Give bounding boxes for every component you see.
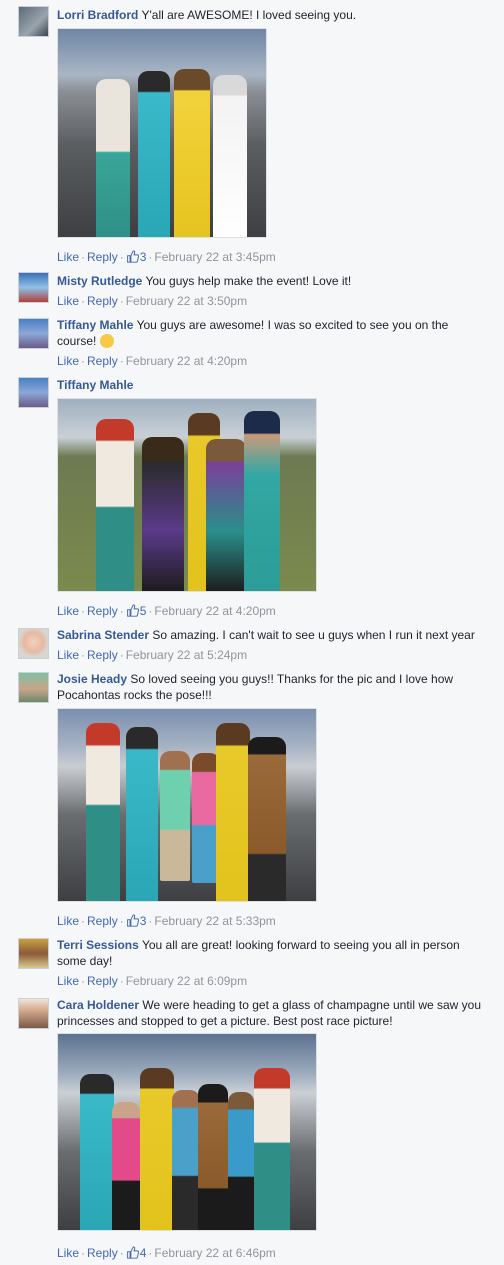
comment-photo[interactable]	[57, 1033, 317, 1231]
reply-link[interactable]: Reply	[87, 1246, 118, 1260]
avatar[interactable]	[18, 318, 49, 349]
like-link[interactable]: Like	[57, 604, 79, 618]
like-link[interactable]: Like	[57, 250, 79, 264]
avatar[interactable]	[18, 628, 49, 659]
timestamp[interactable]: February 22 at 4:20pm	[126, 354, 247, 368]
timestamp[interactable]: February 22 at 3:50pm	[126, 294, 247, 308]
like-link[interactable]: Like	[57, 354, 79, 368]
comment-photo[interactable]	[57, 398, 317, 592]
thumbs-up-icon	[126, 1246, 139, 1259]
like-count[interactable]: 3	[126, 250, 146, 264]
comment-photo[interactable]	[57, 708, 317, 902]
comment-text: So amazing. I can't wait to see u guys w…	[152, 628, 475, 642]
like-count[interactable]: 4	[126, 1246, 146, 1260]
comment-author[interactable]: Tiffany Mahle	[57, 318, 133, 332]
thumbs-up-icon	[126, 914, 139, 927]
reply-link[interactable]: Reply	[87, 604, 118, 618]
like-link[interactable]: Like	[57, 974, 79, 988]
reply-link[interactable]: Reply	[87, 250, 118, 264]
timestamp[interactable]: February 22 at 5:24pm	[126, 648, 247, 662]
reply-link[interactable]: Reply	[87, 294, 118, 308]
thumbs-up-icon	[126, 604, 139, 617]
timestamp[interactable]: February 22 at 6:46pm	[154, 1246, 275, 1260]
like-link[interactable]: Like	[57, 1246, 79, 1260]
comment-author[interactable]: Sabrina Stender	[57, 628, 149, 642]
comment-text: You guys help make the event! Love it!	[145, 274, 352, 288]
comment-author[interactable]: Lorri Bradford	[57, 8, 138, 22]
comment-text: Y'all are AWESOME! I loved seeing you.	[141, 8, 357, 22]
reply-link[interactable]: Reply	[87, 974, 118, 988]
like-link[interactable]: Like	[57, 294, 79, 308]
thumbs-up-icon	[126, 250, 139, 263]
like-link[interactable]: Like	[57, 914, 79, 928]
comment-author[interactable]: Cara Holdener	[57, 998, 139, 1012]
timestamp[interactable]: February 22 at 4:20pm	[154, 604, 275, 618]
comment-author[interactable]: Josie Heady	[57, 672, 127, 686]
avatar[interactable]	[18, 377, 49, 408]
reply-link[interactable]: Reply	[87, 648, 118, 662]
timestamp[interactable]: February 22 at 5:33pm	[154, 914, 275, 928]
avatar[interactable]	[18, 938, 49, 969]
avatar[interactable]	[18, 6, 49, 37]
timestamp[interactable]: February 22 at 3:45pm	[154, 250, 275, 264]
avatar[interactable]	[18, 998, 49, 1029]
reply-link[interactable]: Reply	[87, 354, 118, 368]
avatar[interactable]	[18, 672, 49, 703]
like-link[interactable]: Like	[57, 648, 79, 662]
comment-photo[interactable]	[57, 28, 267, 238]
comment-author[interactable]: Misty Rutledge	[57, 274, 142, 288]
like-count[interactable]: 5	[126, 604, 146, 618]
comment-author[interactable]: Terri Sessions	[57, 938, 139, 952]
timestamp[interactable]: February 22 at 6:09pm	[126, 974, 247, 988]
comment-author[interactable]: Tiffany Mahle	[57, 378, 133, 392]
avatar[interactable]	[18, 272, 49, 303]
reply-link[interactable]: Reply	[87, 914, 118, 928]
like-count[interactable]: 3	[126, 914, 146, 928]
relieved-face-emoji-icon	[99, 334, 114, 348]
